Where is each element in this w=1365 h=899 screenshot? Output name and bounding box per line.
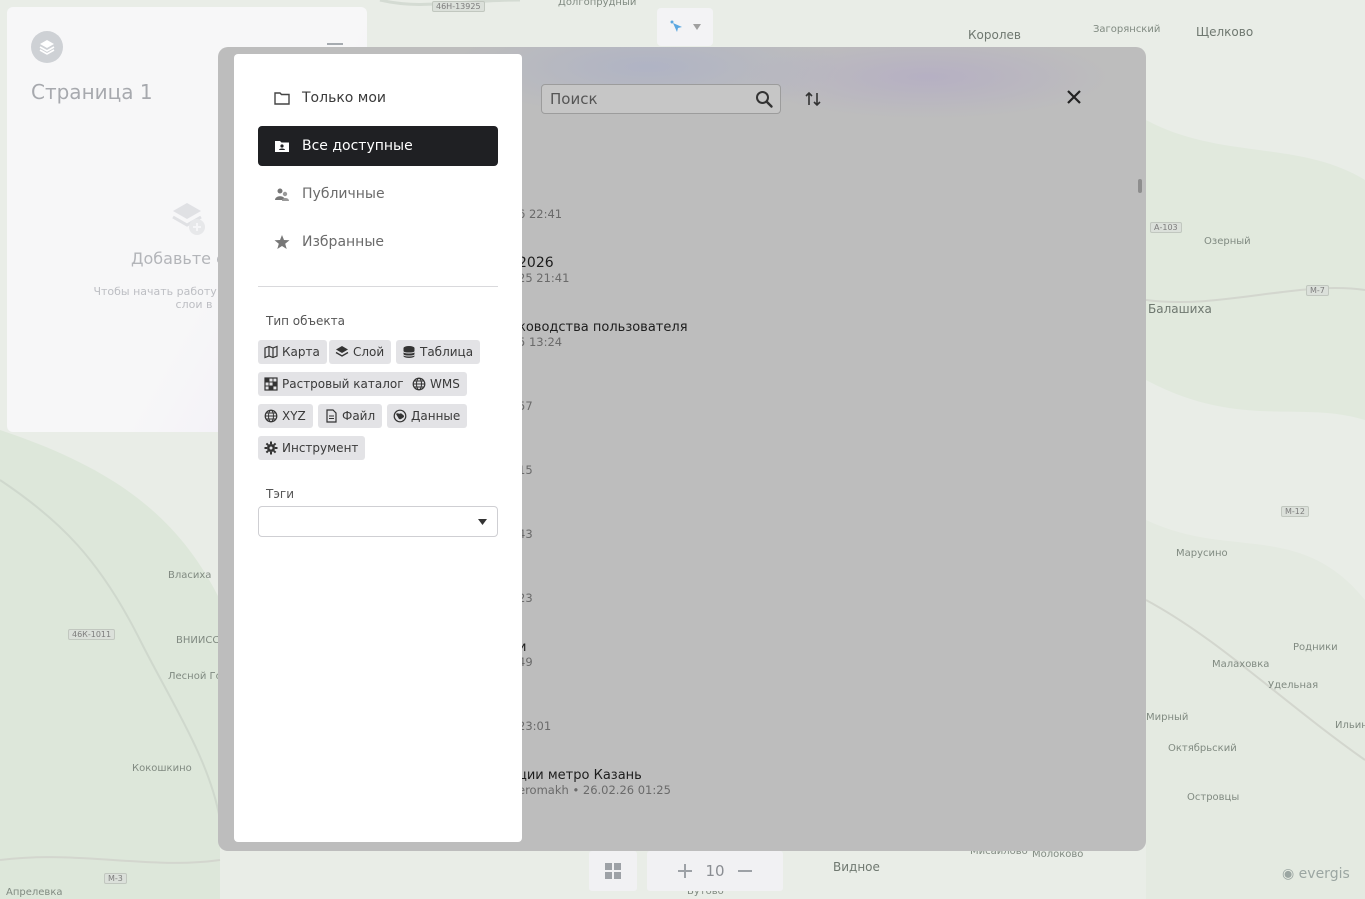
chip-label: Слой: [353, 345, 385, 359]
search-box: [541, 84, 781, 114]
zoom-control: 10: [647, 851, 783, 891]
raster-grid-icon: [264, 377, 278, 391]
chip-label: XYZ: [282, 409, 306, 423]
cursor-icon: [670, 20, 682, 32]
section-divider: [258, 286, 498, 287]
filter-only-mine[interactable]: Только мои: [258, 78, 498, 118]
tags-select[interactable]: [258, 506, 498, 537]
shared-folder-icon: [274, 138, 290, 154]
nav-label: Публичные: [302, 186, 385, 202]
map-icon: [264, 345, 278, 359]
chip-label: Данные: [411, 409, 461, 423]
list-item-name: ции метро Казань: [518, 768, 642, 783]
list-item[interactable]: ководства пользователя 5 13:24: [518, 320, 688, 349]
list-item[interactable]: 2026 25 21:41: [518, 255, 569, 285]
basemap-button[interactable]: [589, 851, 637, 891]
chip-table[interactable]: Таблица: [396, 340, 481, 364]
chip-label: Инструмент: [282, 441, 359, 455]
list-item-meta: 25 21:41: [518, 271, 570, 285]
search-icon[interactable]: [754, 89, 774, 109]
gear-icon: [264, 441, 278, 455]
zoom-in-icon[interactable]: [677, 863, 693, 879]
layers-icon: [335, 346, 349, 357]
database-icon: [403, 346, 415, 358]
list-item[interactable]: ции метро Казань eromakh • 26.02.26 01:2…: [518, 768, 671, 797]
list-item-name: ководства пользователя: [518, 320, 688, 335]
chip-tool[interactable]: Инструмент: [258, 436, 366, 460]
file-icon: [326, 409, 337, 423]
list-item-meta: 23:01: [518, 719, 552, 733]
folder-icon: [274, 90, 290, 106]
chip-label: Файл: [342, 409, 376, 423]
chip-file[interactable]: Файл: [318, 404, 383, 428]
list-item[interactable]: 6 22:41: [518, 207, 562, 221]
zoom-bar: 10: [589, 851, 783, 891]
sort-icon[interactable]: [803, 89, 823, 109]
list-item-meta: eromakh • 26.02.26 01:25: [518, 783, 671, 797]
nav-label: Избранные: [302, 234, 384, 250]
chevron-down-icon: [693, 24, 701, 30]
tags-label: Тэги: [266, 487, 295, 501]
chip-xyz[interactable]: XYZ: [258, 404, 313, 428]
filter-panel: Только мои Все доступные Публичные Избра…: [234, 54, 522, 842]
object-type-label: Тип объекта: [266, 314, 345, 328]
grid-icon: [605, 863, 621, 879]
chip-wms[interactable]: WMS: [406, 372, 467, 396]
chip-data[interactable]: Данные: [387, 404, 468, 428]
chip-layer[interactable]: Слой: [329, 340, 392, 364]
chip-label: Карта: [282, 345, 320, 359]
chevron-down-icon: [478, 519, 487, 525]
select-mode-control[interactable]: [657, 8, 713, 46]
public-users-icon: [274, 186, 290, 202]
list-item-meta: 6 22:41: [518, 207, 563, 221]
filter-favorites[interactable]: Избранные: [258, 222, 498, 262]
list-item-meta: 5 13:24: [518, 335, 563, 349]
chip-raster-catalog[interactable]: Растровый каталог: [258, 372, 411, 396]
chip-label: Растровый каталог: [282, 377, 404, 391]
nav-label: Все доступные: [302, 138, 413, 154]
filter-all-available[interactable]: Все доступные: [258, 126, 498, 166]
star-icon: [274, 234, 290, 250]
zoom-level: 10: [705, 862, 725, 880]
close-icon[interactable]: [1064, 87, 1084, 107]
filter-public[interactable]: Публичные: [258, 174, 498, 214]
zoom-out-icon[interactable]: [737, 863, 753, 879]
chip-label: WMS: [430, 377, 460, 391]
chip-map[interactable]: Карта: [258, 340, 327, 364]
search-input[interactable]: [542, 85, 754, 113]
globe-icon: [412, 377, 426, 391]
data-globe-icon: [393, 409, 407, 423]
list-item[interactable]: 23:01: [518, 719, 551, 733]
nav-label: Только мои: [302, 90, 387, 106]
chip-label: Таблица: [420, 345, 474, 359]
globe-icon: [264, 409, 278, 423]
list-item-name: 2026: [518, 255, 554, 271]
list-scrollbar[interactable]: [1138, 179, 1142, 193]
